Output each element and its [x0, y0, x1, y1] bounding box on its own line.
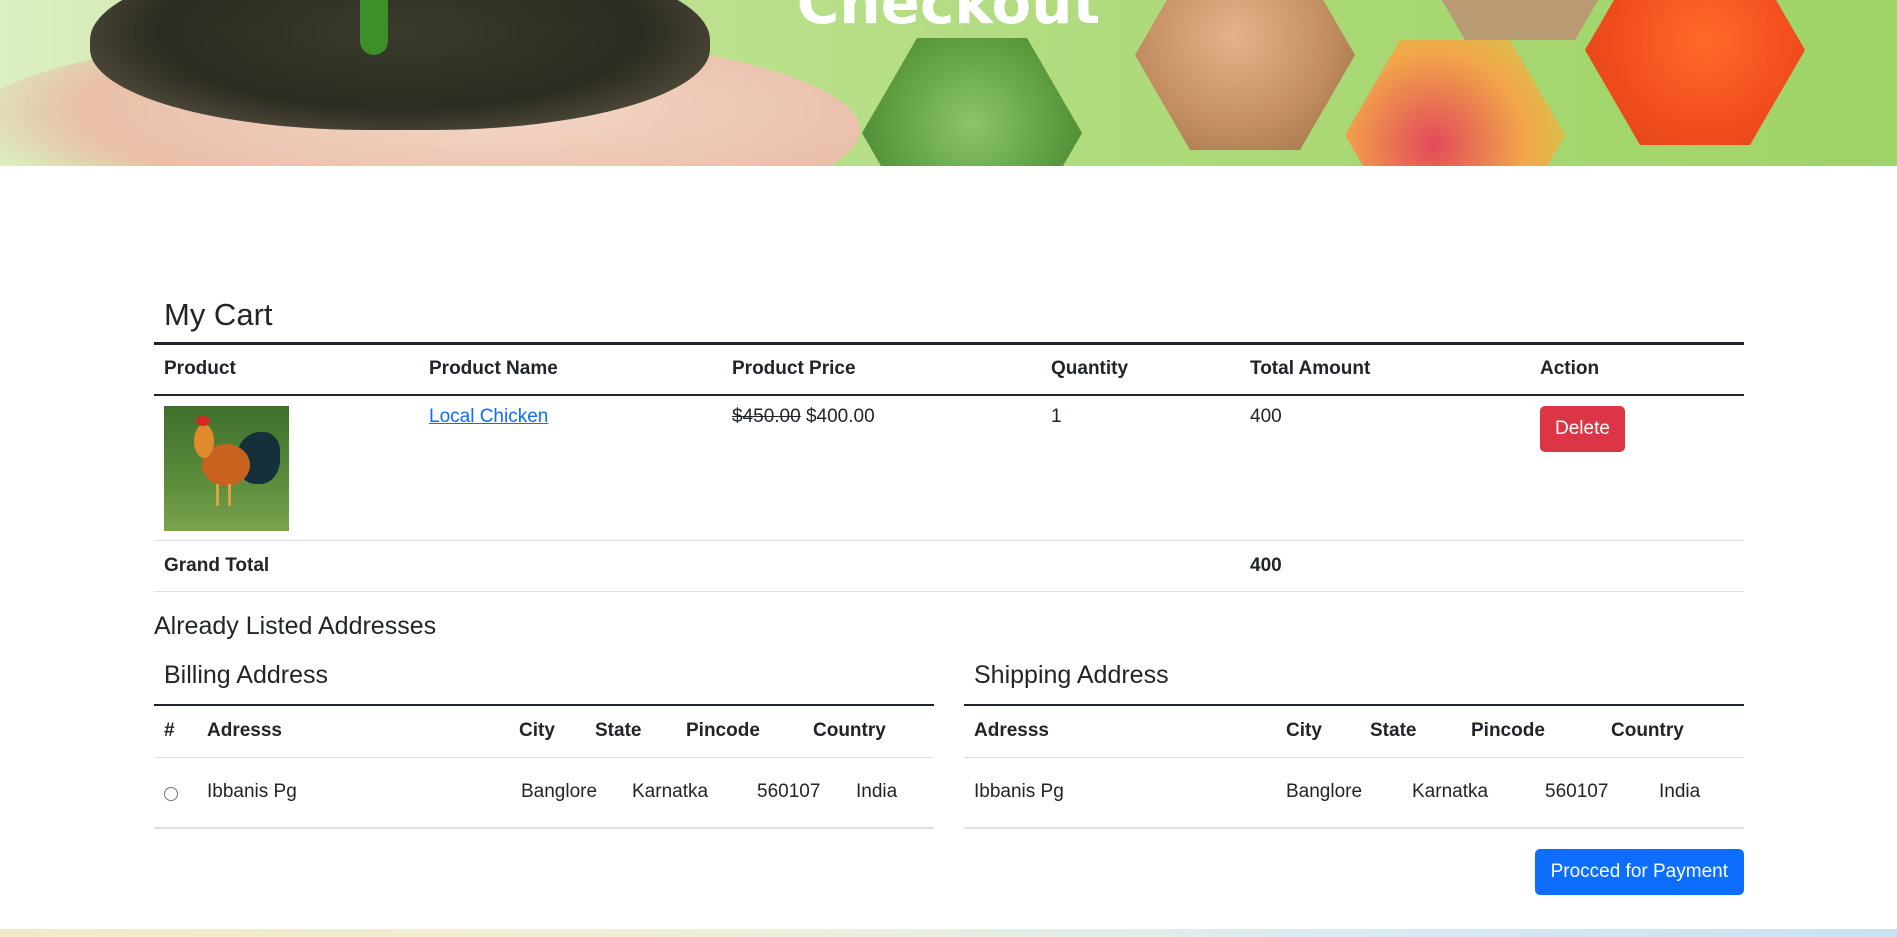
product-name-link[interactable]: Local Chicken	[429, 406, 548, 427]
column-header-address: Adresss	[964, 705, 1276, 758]
column-header-country: Country	[803, 705, 934, 758]
shipping-address-table: Adresss City State Pincode Country Ibban…	[964, 704, 1744, 829]
column-header-pincode: Pincode	[676, 705, 803, 758]
product-cell	[154, 394, 419, 541]
billing-header-row: # Adresss City State Pincode Country	[154, 705, 934, 758]
total-amount-cell: 400	[1240, 394, 1530, 541]
proceed-payment-button[interactable]: Procced for Payment	[1534, 849, 1744, 895]
state-cell: Karnatka	[632, 781, 709, 803]
pincode-cell: 560107	[1545, 781, 1609, 803]
city-cell: Banglore	[521, 781, 598, 803]
column-header-state: State	[585, 705, 676, 758]
shipping-header-row: Adresss City State Pincode Country	[964, 705, 1744, 758]
checkout-content: My Cart Product Product Name Product Pri…	[154, 288, 1744, 895]
mango-image	[1345, 40, 1565, 166]
pincode-cell: 560107	[757, 781, 821, 803]
sale-price: $400.00	[805, 405, 875, 427]
product-image[interactable]	[164, 405, 289, 531]
country-cell: India	[856, 781, 898, 803]
delete-button[interactable]: Delete	[1540, 405, 1625, 452]
column-header-index: #	[154, 705, 197, 758]
column-header-pincode: Pincode	[1461, 705, 1601, 758]
cart-header-row: Product Product Name Product Price Quant…	[154, 343, 1744, 396]
custard-apple-image	[862, 38, 1082, 166]
address-cell: Ibbanis Pg	[197, 757, 509, 829]
product-name-cell: Local Chicken	[419, 394, 722, 541]
column-header-quantity: Quantity	[1041, 343, 1240, 396]
product-price-cell: $450.00 $400.00	[722, 394, 1041, 541]
address-cell: Ibbanis Pg	[964, 757, 1276, 829]
billing-address-table: # Adresss City State Pincode Country Ibb…	[154, 704, 934, 829]
cart-table: Product Product Name Product Price Quant…	[154, 342, 1744, 592]
address-radio[interactable]	[164, 787, 178, 802]
page-title: Checkout	[796, 0, 1101, 37]
column-header-address: Adresss	[197, 705, 509, 758]
quantity-cell: 1	[1041, 394, 1240, 541]
city-cell: Banglore	[1286, 781, 1363, 803]
shipping-address-title: Shipping Address	[974, 661, 1169, 689]
column-header-state: State	[1360, 705, 1461, 758]
grand-total-row: Grand Total 400	[154, 540, 1744, 592]
column-header-country: Country	[1601, 705, 1744, 758]
select-cell	[154, 757, 197, 829]
column-header-product: Product	[154, 343, 419, 396]
cart-title: My Cart	[164, 297, 273, 332]
addresses-heading: Already Listed Addresses	[154, 612, 437, 640]
column-header-action: Action	[1530, 343, 1744, 396]
original-price: $450.00	[732, 405, 801, 427]
column-header-total-amount: Total Amount	[1240, 343, 1530, 396]
column-header-product-price: Product Price	[722, 343, 1041, 396]
table-row: Ibbanis Pg Banglore Karnatka 560107 India	[964, 757, 1744, 829]
column-header-product-name: Product Name	[419, 343, 722, 396]
billing-address-section: Billing Address # Adresss City State Pin…	[154, 656, 934, 829]
hero-banner: Checkout	[0, 0, 1897, 166]
table-row: Local Chicken $450.00 $400.00 1 400 Dele…	[154, 394, 1744, 541]
grand-total-value: 400	[1240, 540, 1530, 592]
table-row: Ibbanis Pg Banglore Karnatka 560107 India	[154, 757, 934, 829]
state-cell: Karnatka	[1412, 781, 1489, 803]
location-cell: Banglore Karnatka 560107 India	[509, 757, 934, 829]
footer-strip	[0, 929, 1897, 937]
payment-actions: Procced for Payment	[154, 849, 1744, 895]
grand-total-label: Grand Total	[154, 540, 419, 592]
column-header-city: City	[509, 705, 585, 758]
column-header-city: City	[1276, 705, 1360, 758]
location-cell: Banglore Karnatka 560107 India	[1276, 757, 1744, 829]
shipping-address-section: Shipping Address Adresss City State Pinc…	[964, 656, 1744, 829]
billing-address-title: Billing Address	[164, 661, 328, 689]
action-cell: Delete	[1530, 394, 1744, 541]
address-section: Billing Address # Adresss City State Pin…	[154, 656, 1744, 829]
country-cell: India	[1659, 781, 1701, 803]
